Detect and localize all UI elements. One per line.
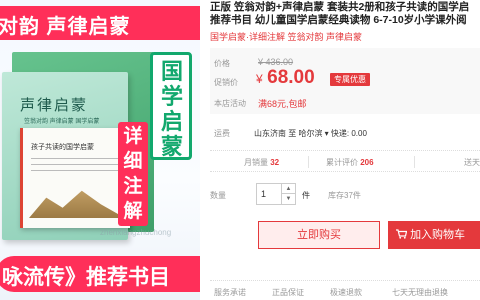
quantity-label: 数量 xyxy=(210,191,226,200)
top-banner: 对韵 声律启蒙 xyxy=(0,6,200,40)
points-label: 送天 xyxy=(464,158,480,167)
stats-bar: 月销量 32 累计评价 206 送天 xyxy=(210,150,480,172)
monthly-sales: 月销量 32 xyxy=(244,157,279,168)
add-to-cart-button[interactable]: 加入购物车 xyxy=(388,221,480,249)
stock-count: 库存37件 xyxy=(328,191,361,200)
shipping-label: 运费 xyxy=(214,129,230,138)
text-line xyxy=(31,158,121,159)
book-title: 声律启蒙 xyxy=(20,96,89,114)
price-box: 价格 ¥ 436.00 促销价 ¥ 68.00 专属优惠 本店活动 满68元,包… xyxy=(210,48,480,114)
original-price: ¥ 436.00 xyxy=(258,57,294,67)
product-title-line-1: 正版 笠翁对韵+声律启蒙 套装共2册和孩子共读的国学启 xyxy=(210,1,470,13)
service-link[interactable]: 极速退款 xyxy=(330,287,362,298)
currency-symbol: ¥ xyxy=(256,72,263,86)
quantity-input[interactable]: 1 xyxy=(256,183,282,205)
promo-price-value: 68.00 xyxy=(267,67,315,88)
divider xyxy=(414,156,415,168)
quantity-unit: 件 xyxy=(302,191,310,200)
service-link[interactable]: 七天无理由退换 xyxy=(392,287,448,298)
promo-price: ¥ 68.00 xyxy=(256,67,315,89)
product-title-line-2: 推荐书目 幼儿童国学启蒙经典读物 6-7-10岁小学课外阅 xyxy=(210,13,467,26)
product-title: 正版 笠翁对韵+声律启蒙 套装共2册和孩子共读的国学启 推荐书目 幼儿童国学启蒙… xyxy=(210,1,480,26)
cart-icon xyxy=(396,229,408,239)
add-to-cart-label: 加入购物车 xyxy=(410,229,466,241)
buy-now-button[interactable]: 立即购买 xyxy=(258,221,380,249)
top-banner-text: 对韵 声律启蒙 xyxy=(0,16,131,38)
service-link[interactable]: 服务承诺 xyxy=(214,287,246,298)
monthly-sales-label: 月销量 xyxy=(244,158,268,167)
store-activity[interactable]: 满68元,包邮 xyxy=(258,97,307,110)
bottom-banner-text: 咏流传》推荐书目 xyxy=(2,266,170,289)
text-line xyxy=(31,164,121,165)
text-line xyxy=(31,170,121,171)
book-inner-page: 孩子共读的国学启蒙 xyxy=(20,128,130,228)
inner-page-title: 孩子共读的国学启蒙 xyxy=(31,144,94,151)
total-reviews-label: 累计评价 xyxy=(326,158,358,167)
chevron-down-icon[interactable]: ▼ xyxy=(282,194,295,204)
product-subtitle: 国学启蒙·详细注解 笠翁对韵 声律启蒙 xyxy=(210,32,362,42)
total-reviews[interactable]: 累计评价 206 xyxy=(326,157,374,168)
book-subtitle: 笠翁对韵 声律启蒙 国学启蒙 xyxy=(24,119,100,125)
total-reviews-value: 206 xyxy=(360,158,374,167)
quantity-stepper[interactable]: ▲ ▼ xyxy=(282,183,296,205)
chevron-up-icon[interactable]: ▲ xyxy=(282,184,295,194)
shipping-destination[interactable]: 山东济南 至 哈尔滨 ▾ 快递: 0.00 xyxy=(254,128,367,139)
service-links: 服务承诺 正品保证 极速退款 七天无理由退换 xyxy=(210,280,480,300)
annotation-badge: 详细注解 xyxy=(118,122,148,226)
mountain-illustration xyxy=(29,190,125,218)
bottom-banner: 咏流传》推荐书目 xyxy=(0,256,200,292)
promo-price-label: 促销价 xyxy=(214,78,238,87)
service-link[interactable]: 正品保证 xyxy=(272,287,304,298)
product-page: 对韵 声律启蒙 声律启蒙 笠翁对韵 声律启蒙 国学启蒙 孩子共读的国学启蒙 国学… xyxy=(0,0,480,300)
guoxue-badge: 国学启蒙 xyxy=(150,52,192,160)
product-detail: 正版 笠翁对韵+声律启蒙 套装共2册和孩子共读的国学启 推荐书目 幼儿童国学启蒙… xyxy=(210,0,480,300)
price-label: 价格 xyxy=(214,59,230,68)
product-image[interactable]: 对韵 声律启蒙 声律启蒙 笠翁对韵 声律启蒙 国学启蒙 孩子共读的国学启蒙 国学… xyxy=(0,0,200,300)
guoxue-badge-text: 国学启蒙 xyxy=(160,59,183,159)
annotation-badge-text: 详细注解 xyxy=(123,126,143,222)
divider xyxy=(308,156,309,168)
promo-tag: 专属优惠 xyxy=(330,73,370,86)
store-activity-label: 本店活动 xyxy=(214,99,246,108)
watermark: zhenxiangzhuchong xyxy=(100,228,172,237)
monthly-sales-value: 32 xyxy=(270,158,280,167)
